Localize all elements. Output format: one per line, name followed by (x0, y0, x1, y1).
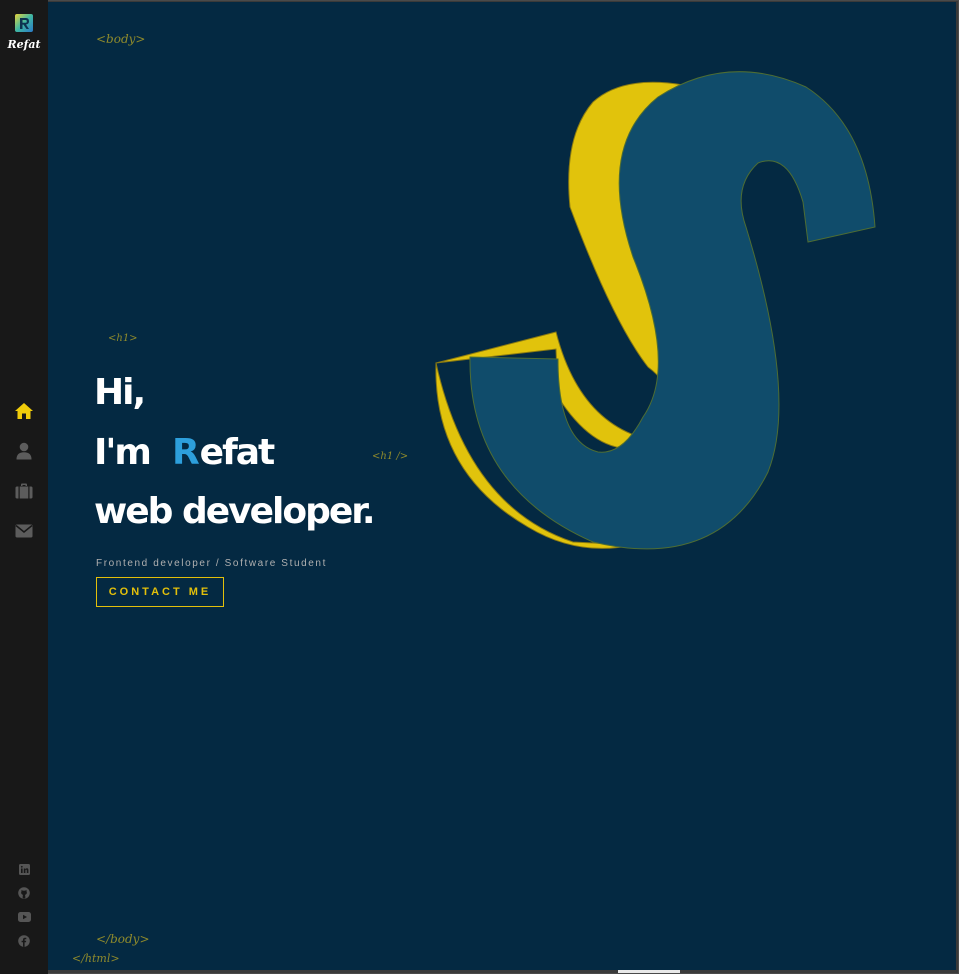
h1-open-tag: <h1> (108, 333, 138, 344)
user-icon (16, 442, 32, 460)
hero-im: I'm (94, 432, 152, 473)
s-logo-graphic (435, 71, 876, 550)
github-icon (18, 887, 30, 899)
nav-portfolio[interactable] (0, 476, 48, 506)
social-facebook[interactable] (0, 932, 48, 950)
body-open-tag: <body> (96, 32, 146, 46)
body-close-tag: </body> (96, 932, 150, 946)
logo-text: Refat (7, 38, 41, 51)
social-linkedin[interactable] (0, 860, 48, 878)
home-icon (15, 403, 33, 419)
hero-role: web developer. (94, 491, 376, 532)
social-youtube[interactable] (0, 908, 48, 926)
envelope-icon (15, 524, 33, 538)
logo[interactable]: Refat (6, 12, 42, 56)
contact-me-button[interactable]: CONTACT ME (96, 577, 224, 607)
h1-close-tag: <h1 /> (372, 451, 409, 462)
hero-name: efat (199, 432, 276, 473)
hero-greeting: Hi, (94, 372, 146, 413)
hero-name-line: I'm R efat (94, 432, 276, 473)
html-close-tag: </html> (72, 952, 120, 965)
youtube-icon (17, 912, 31, 922)
main-hero: <body> <h1> Hi, I'm R efat <h1 /> web de… (48, 2, 956, 970)
scroll-indicator (618, 970, 680, 973)
name-logo-letter: R (171, 432, 200, 473)
sidebar: Refat (0, 0, 48, 974)
nav-about[interactable] (0, 436, 48, 466)
logo-icon (15, 14, 33, 32)
briefcase-icon (15, 483, 33, 499)
hero-subtitle: Frontend developer / Software Student (96, 558, 327, 569)
nav-contact[interactable] (0, 516, 48, 546)
linkedin-icon (18, 863, 30, 875)
nav-home[interactable] (0, 396, 48, 426)
facebook-icon (18, 935, 30, 947)
social-github[interactable] (0, 884, 48, 902)
